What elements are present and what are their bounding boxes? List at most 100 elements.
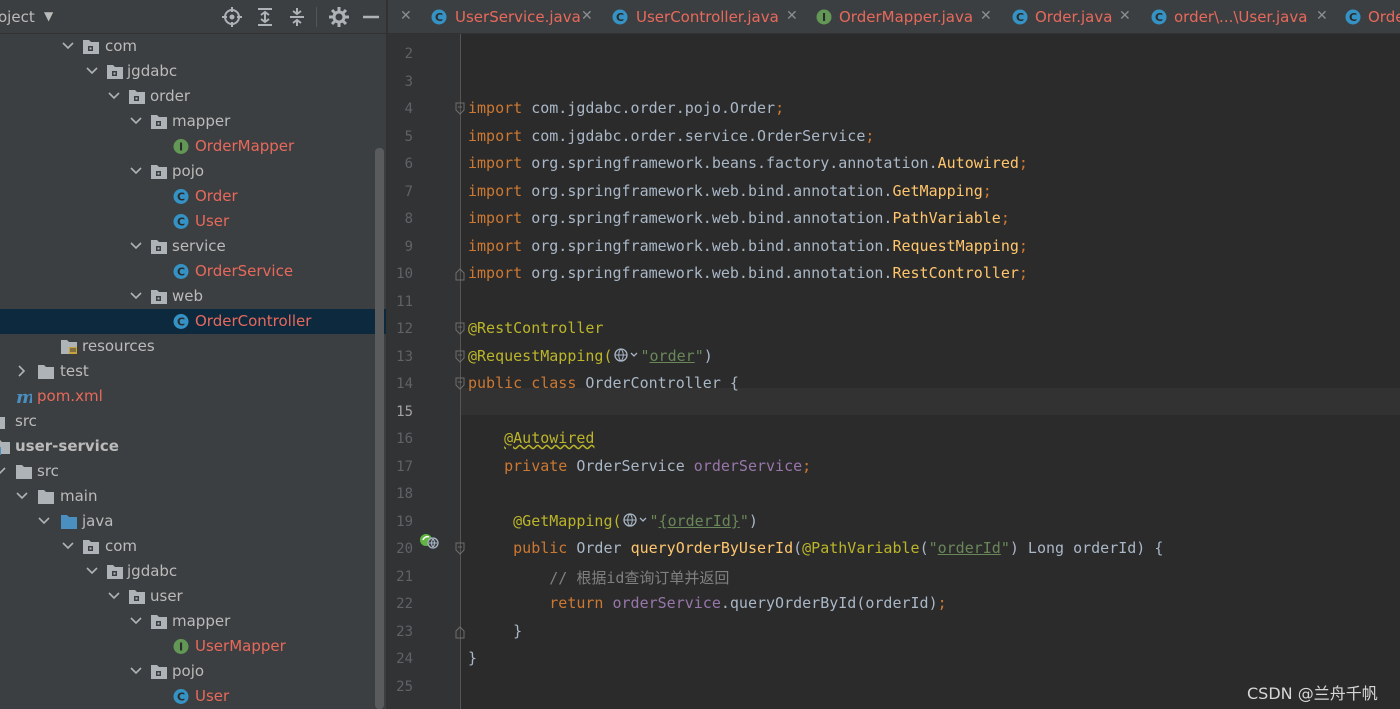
code-token: org.springframework.beans.factory.annota… [531,154,938,172]
code-line[interactable]: } [468,649,477,667]
code-line[interactable]: return orderService.queryOrderById(order… [468,594,946,612]
tree-item-main[interactable]: main [0,484,386,509]
chevron-down-icon[interactable] [37,514,51,528]
tree-item-src[interactable]: src [0,459,386,484]
code-line[interactable]: import org.springframework.beans.factory… [468,154,1028,172]
tree-item-java[interactable]: java [0,509,386,534]
close-icon[interactable]: ✕ [1316,8,1328,24]
code-line[interactable]: import org.springframework.web.bind.anno… [468,237,1028,255]
chevron-down-icon[interactable] [129,164,143,178]
url-globe-icon[interactable] [622,512,650,528]
tree-item-label: OrderService [195,262,294,280]
code-line[interactable]: public Order queryOrderByUserId(@PathVar… [468,539,1163,557]
fold-marker-icon[interactable] [454,322,466,336]
line-number: 24 [396,651,413,667]
chevron-down-icon[interactable] [129,614,143,628]
code-line[interactable]: // 根据id查询订单并返回 [468,567,729,588]
tree-item-user[interactable]: C User [0,684,386,709]
chevron-down-icon[interactable] [107,89,121,103]
tree-item-jgdabc[interactable]: jgdabc [0,59,386,84]
tree-item-orderservice[interactable]: C OrderService [0,259,386,284]
tree-item-resources[interactable]: resources [0,334,386,359]
tree-item-pojo[interactable]: pojo [0,159,386,184]
chevron-down-icon[interactable] [129,114,143,128]
fold-marker-icon[interactable] [454,350,466,364]
line-number-gutter: 2 3 4 5 6 7 8 9 10 11 12 13 14 15 16 17 18 19 20 21 22 23 24 25 [388,34,460,709]
class-icon: C [1011,8,1029,26]
chevron-down-icon[interactable] [129,239,143,253]
code-token: import [468,99,532,117]
chevron-right-icon[interactable] [15,364,29,378]
code-line[interactable]: @RequestMapping("order") [468,347,713,365]
code-token: ; [865,126,875,145]
line-number: 20 [396,541,413,557]
minimize-icon[interactable] [359,5,383,29]
tree-item-usermapper[interactable]: I UserMapper [0,634,386,659]
tree-item-test[interactable]: test [0,359,386,384]
chevron-down-icon[interactable] [0,464,7,478]
tree-item-mapper[interactable]: mapper [0,109,386,134]
chevron-down-icon[interactable] [61,39,75,53]
line-number: 25 [396,678,413,695]
code-line[interactable]: private OrderService orderService; [468,457,811,475]
close-icon[interactable]: ✕ [786,8,798,24]
fold-marker-icon[interactable] [454,377,466,391]
chevron-down-icon[interactable] [129,664,143,678]
code-line[interactable]: import org.springframework.web.bind.anno… [468,264,1028,282]
code-line[interactable]: import com.jgdabc.order.service.OrderSer… [468,127,874,145]
tree-item-web[interactable]: web [0,284,386,309]
tree-item-order[interactable]: C Order [0,184,386,209]
tree-item-ordermapper[interactable]: I OrderMapper [0,134,386,159]
tree-item-pom-xml[interactable]: m pom.xml [0,384,386,409]
tree-item-user[interactable]: user [0,584,386,609]
url-globe-icon[interactable] [613,347,641,363]
chevron-down-icon[interactable] [15,489,29,503]
code-line[interactable]: import com.jgdabc.order.pojo.Order; [468,99,784,117]
code-line[interactable]: @GetMapping("{orderId}") [468,512,758,530]
tree-item-com[interactable]: com [0,34,386,59]
class-icon: C [1150,8,1168,26]
code-line[interactable]: @Autowired [468,429,594,447]
tree-item-label: OrderMapper [195,137,295,155]
close-icon[interactable]: ✕ [1119,8,1131,24]
project-view-title[interactable]: oject [0,8,35,26]
tab-label: Orde [1368,8,1400,26]
tree-item-order[interactable]: order [0,84,386,109]
gear-icon[interactable] [327,5,351,29]
chevron-down-icon[interactable] [61,539,75,553]
code-line[interactable]: import org.springframework.web.bind.anno… [468,209,1010,227]
close-icon[interactable]: ✕ [400,8,412,24]
code-line[interactable]: } [468,622,522,640]
code-editor[interactable]: 2 3 4 5 6 7 8 9 10 11 12 13 14 15 16 17 18 19 20 21 22 23 24 25… [388,34,1400,709]
fold-marker-icon[interactable] [454,625,466,639]
chevron-down-icon[interactable] [107,589,121,603]
tree-item-pojo[interactable]: pojo [0,659,386,684]
tree-item-user-service[interactable]: user-service [0,434,386,459]
collapse-all-icon[interactable] [285,5,309,29]
chevron-down-icon[interactable] [85,64,99,78]
view-selector-dropdown-icon[interactable]: ▼ [44,9,53,23]
tree-item-user[interactable]: C User [0,209,386,234]
close-icon[interactable]: ✕ [980,8,992,24]
tree-item-ordercontroller[interactable]: C OrderController [0,309,386,334]
fold-marker-icon[interactable] [454,542,466,556]
chevron-down-icon[interactable] [129,289,143,303]
tree-item-mapper[interactable]: mapper [0,609,386,634]
locate-icon[interactable] [220,5,244,29]
code-token: ; [1018,264,1028,282]
tree-item-src[interactable]: src [0,409,386,434]
tree-item-com[interactable]: com [0,534,386,559]
expand-all-icon[interactable] [253,5,277,29]
tree-item-jgdabc[interactable]: jgdabc [0,559,386,584]
code-line[interactable]: import org.springframework.web.bind.anno… [468,182,992,200]
tree-item-service[interactable]: service [0,234,386,259]
code-line[interactable]: @RestController [468,319,603,337]
spring-bean-gutter-icon[interactable] [418,530,440,550]
chevron-down-icon[interactable] [85,564,99,578]
fold-marker-icon[interactable] [454,102,466,116]
fold-marker-icon[interactable] [454,267,466,281]
project-scrollbar[interactable] [375,148,384,709]
code-line[interactable]: public class OrderController { [468,374,739,392]
code-token: org.springframework.web.bind.annotation. [531,236,893,255]
close-icon[interactable]: ✕ [581,8,593,24]
